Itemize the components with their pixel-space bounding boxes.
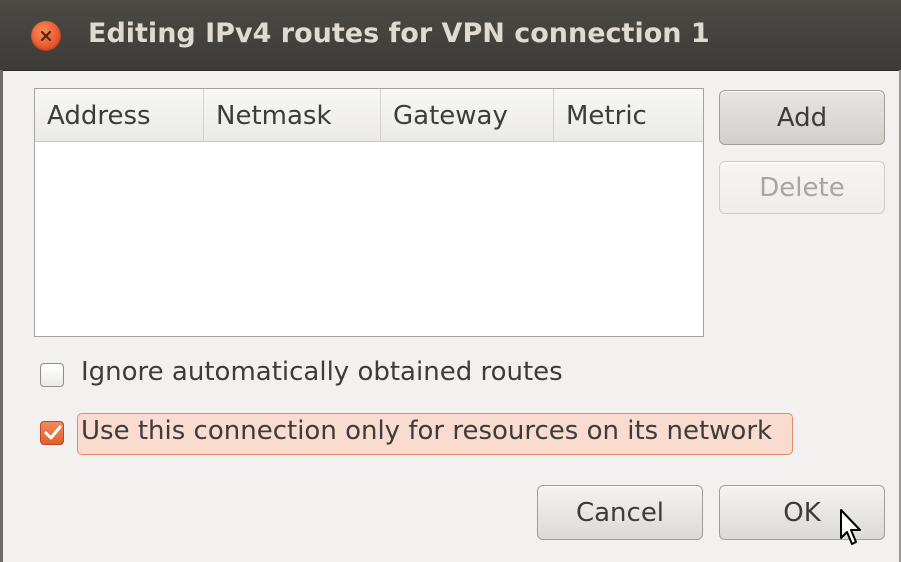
close-button[interactable] bbox=[31, 21, 61, 51]
add-button[interactable]: Add bbox=[719, 90, 885, 145]
column-header-gateway[interactable]: Gateway bbox=[381, 89, 554, 141]
delete-button[interactable]: Delete bbox=[719, 161, 885, 214]
mouse-pointer-icon bbox=[839, 508, 863, 552]
cancel-button[interactable]: Cancel bbox=[537, 485, 703, 540]
use-only-for-network-label[interactable]: Use this connection only for resources o… bbox=[81, 416, 772, 446]
window-border-left bbox=[0, 70, 3, 562]
column-header-address[interactable]: Address bbox=[35, 89, 204, 141]
checkmark-icon bbox=[44, 425, 62, 440]
ignore-auto-routes-checkbox[interactable] bbox=[40, 363, 64, 387]
use-only-for-network-checkbox[interactable] bbox=[40, 421, 64, 445]
close-icon bbox=[40, 30, 52, 42]
window-title: Editing IPv4 routes for VPN connection 1 bbox=[88, 18, 710, 49]
dialog-window: Editing IPv4 routes for VPN connection 1… bbox=[0, 0, 901, 562]
table-header: Address Netmask Gateway Metric bbox=[35, 89, 703, 142]
routes-table[interactable]: Address Netmask Gateway Metric bbox=[34, 88, 704, 337]
title-bar: Editing IPv4 routes for VPN connection 1 bbox=[0, 0, 901, 71]
ignore-auto-routes-label[interactable]: Ignore automatically obtained routes bbox=[81, 357, 563, 387]
column-header-metric[interactable]: Metric bbox=[554, 89, 703, 141]
column-header-netmask[interactable]: Netmask bbox=[204, 89, 381, 141]
